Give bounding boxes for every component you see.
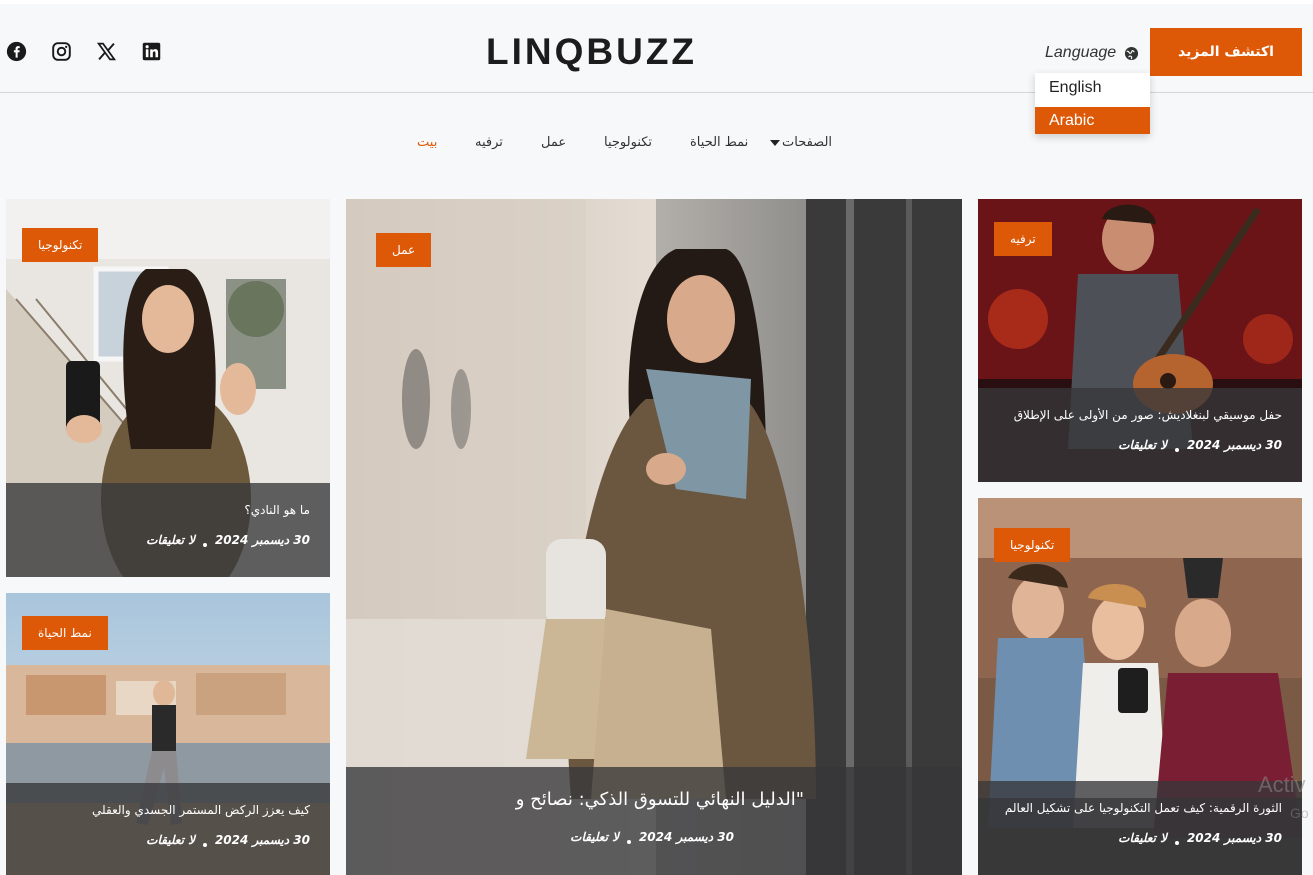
discover-more-button[interactable]: اكتشف المزيد bbox=[1150, 28, 1302, 76]
article-card-left-bottom[interactable]: نمط الحياة كيف يعزز الركض المستمر الجسدي… bbox=[6, 593, 330, 875]
nav-item-technology[interactable]: تكنولوجيا bbox=[604, 135, 652, 150]
article-card-left-top[interactable]: تكنولوجيا ما هو النادي؟ 30 ديسمبر 2024 ل… bbox=[6, 199, 330, 577]
social-links bbox=[6, 41, 162, 62]
article-date: 30 ديسمبر 2024 bbox=[1186, 831, 1282, 845]
nav-item-home[interactable]: بيت bbox=[417, 135, 437, 150]
nav-item-pages-label: الصفحات bbox=[782, 135, 833, 150]
article-date: 30 ديسمبر 2024 bbox=[638, 830, 734, 844]
article-overlay: حفل موسيقي لبنغلاديش: صور من الأولى على … bbox=[978, 388, 1302, 482]
article-overlay: ما هو النادي؟ 30 ديسمبر 2024 لا تعليقات bbox=[6, 483, 330, 577]
article-title[interactable]: "الدليل النهائي للتسوق الذكي: نصائح و bbox=[366, 789, 804, 810]
article-card-featured[interactable]: عمل "الدليل النهائي للتسوق الذكي: نصائح … bbox=[346, 199, 962, 875]
language-label: Language bbox=[1045, 44, 1117, 61]
activation-watermark: Activ bbox=[1258, 772, 1306, 797]
article-comments[interactable]: لا تعليقات bbox=[1118, 438, 1167, 452]
article-date: 30 ديسمبر 2024 bbox=[214, 833, 310, 847]
article-meta: 30 ديسمبر 2024 لا تعليقات bbox=[998, 438, 1282, 452]
article-title[interactable]: حفل موسيقي لبنغلاديش: صور من الأولى على … bbox=[998, 408, 1282, 422]
category-badge[interactable]: تكنولوجيا bbox=[22, 228, 99, 262]
article-overlay: "الدليل النهائي للتسوق الذكي: نصائح و 30… bbox=[346, 767, 962, 875]
article-meta: 30 ديسمبر 2024 لا تعليقات bbox=[998, 831, 1282, 845]
instagram-icon[interactable] bbox=[51, 41, 72, 62]
article-meta: 30 ديسمبر 2024 لا تعليقات bbox=[26, 833, 310, 847]
article-meta: 30 ديسمبر 2024 لا تعليقات bbox=[366, 830, 804, 844]
article-date: 30 ديسمبر 2024 bbox=[1186, 438, 1282, 452]
x-twitter-icon[interactable] bbox=[96, 41, 117, 62]
separator-dot bbox=[202, 543, 207, 547]
separator-dot bbox=[1174, 448, 1179, 452]
nav-item-business[interactable]: عمل bbox=[541, 135, 566, 150]
article-comments[interactable]: لا تعليقات bbox=[570, 830, 619, 844]
category-badge[interactable]: ترفيه bbox=[994, 222, 1052, 256]
language-dropdown: English Arabic bbox=[1035, 73, 1150, 134]
article-date: 30 ديسمبر 2024 bbox=[214, 533, 310, 547]
nav-item-lifestyle[interactable]: نمط الحياة bbox=[690, 135, 748, 150]
article-title[interactable]: ما هو النادي؟ bbox=[26, 503, 310, 517]
article-card-right-bottom[interactable]: تكنولوجيا الثورة الرقمية: كيف تعمل التكن… bbox=[978, 498, 1302, 875]
facebook-icon[interactable] bbox=[6, 41, 27, 62]
article-comments[interactable]: لا تعليقات bbox=[1118, 831, 1167, 845]
article-title[interactable]: الثورة الرقمية: كيف تعمل التكنولوجيا على… bbox=[998, 801, 1282, 815]
category-badge[interactable]: نمط الحياة bbox=[22, 616, 108, 650]
article-meta: 30 ديسمبر 2024 لا تعليقات bbox=[26, 533, 310, 547]
article-card-right-top[interactable]: ترفيه حفل موسيقي لبنغلاديش: صور من الأول… bbox=[978, 199, 1302, 482]
site-logo[interactable]: LINQBUZZ bbox=[486, 30, 711, 74]
nav-item-pages[interactable]: الصفحات bbox=[770, 135, 832, 150]
activation-watermark-sub: Go to S bbox=[1290, 805, 1313, 821]
article-overlay: الثورة الرقمية: كيف تعمل التكنولوجيا على… bbox=[978, 781, 1302, 875]
language-option-arabic[interactable]: Arabic bbox=[1035, 107, 1150, 134]
separator-dot bbox=[202, 843, 207, 847]
main-nav: بيت ترفيه عمل تكنولوجيا نمط الحياة الصفح… bbox=[0, 135, 1313, 155]
category-badge[interactable]: عمل bbox=[376, 233, 432, 267]
caret-down-icon bbox=[770, 139, 780, 146]
globe-icon bbox=[1125, 46, 1139, 60]
logo-text: LINQBUZZ bbox=[486, 31, 698, 72]
language-option-english[interactable]: English bbox=[1035, 74, 1150, 101]
article-comments[interactable]: لا تعليقات bbox=[146, 533, 195, 547]
separator-dot bbox=[1174, 841, 1179, 845]
separator-dot bbox=[626, 840, 631, 844]
article-comments[interactable]: لا تعليقات bbox=[146, 833, 195, 847]
linkedin-icon[interactable] bbox=[141, 41, 162, 62]
language-switcher[interactable]: Language bbox=[1045, 44, 1139, 62]
article-title[interactable]: كيف يعزز الركض المستمر الجسدي والعقلي bbox=[26, 803, 310, 817]
category-badge[interactable]: تكنولوجيا bbox=[994, 528, 1071, 562]
article-overlay: كيف يعزز الركض المستمر الجسدي والعقلي 30… bbox=[6, 783, 330, 875]
nav-item-entertainment[interactable]: ترفيه bbox=[475, 135, 503, 150]
